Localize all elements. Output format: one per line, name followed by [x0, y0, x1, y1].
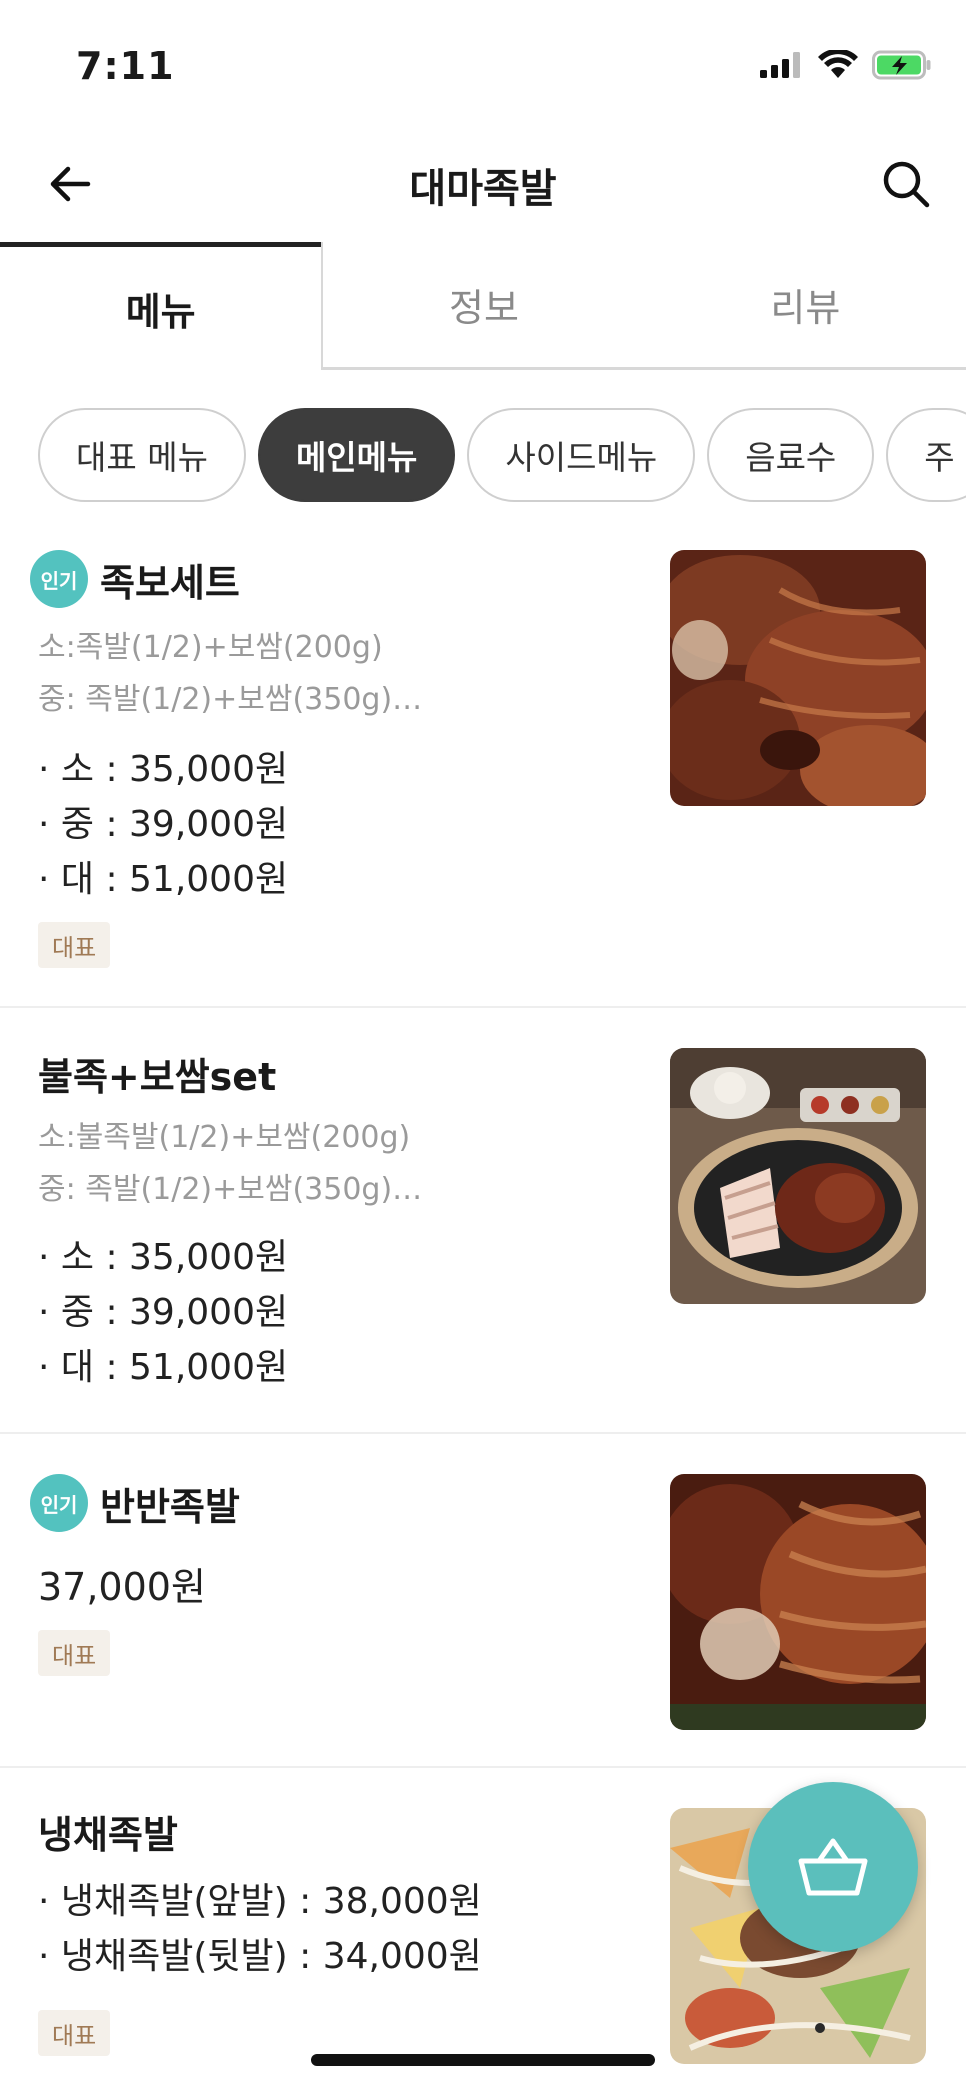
featured-tag: 대표 [38, 1630, 111, 1676]
battery-charging-icon [872, 50, 931, 80]
jokbal-bossam-photo [670, 1048, 926, 1304]
wifi-icon [818, 50, 858, 78]
price-line: · 대 : 51,000원 [38, 1347, 289, 1388]
menu-item[interactable]: 불족+보쌈set 소:불족발(1/2)+보쌈(200g) 중: 족발(1/2)+… [0, 1008, 966, 1434]
search-icon [883, 161, 930, 208]
home-indicator[interactable] [311, 2054, 655, 2066]
chip-featured-menu[interactable]: 대표 메뉴 [38, 408, 246, 502]
jokbal-photo [670, 550, 926, 806]
item-name: 족보세트 [100, 560, 240, 605]
item-name-row: 불족+보쌈set [38, 1046, 276, 1101]
item-name: 반반족발 [100, 1484, 240, 1529]
cart-button[interactable] [748, 1782, 918, 1952]
jokbal-photo [670, 1474, 926, 1730]
description-line: 소:불족발(1/2)+보쌈(200g) [38, 1120, 411, 1155]
item-name: 냉채족발 [38, 1813, 178, 1857]
price-line: · 냉채족발(앞발) : 38,000원 [38, 1881, 482, 1922]
popular-badge: 인기 [30, 550, 88, 608]
featured-tag: 대표 [38, 922, 111, 968]
chip-main-menu[interactable]: 메인메뉴 [257, 408, 456, 502]
item-thumbnail[interactable] [670, 550, 926, 806]
chip-side-menu[interactable]: 사이드메뉴 [467, 408, 696, 502]
item-description: 소:불족발(1/2)+보쌈(200g) 중: 족발(1/2)+보쌈(350g)… [38, 1112, 422, 1216]
item-prices: · 냉채족발(앞발) : 38,000원 · 냉채족발(뒷발) : 34,000… [38, 1874, 482, 1984]
item-prices: · 소 : 35,000원 · 중 : 39,000원 · 대 : 51,000… [38, 1230, 288, 1395]
price-line: · 냉채족발(뒷발) : 34,000원 [38, 1936, 482, 1977]
tab-bar: 메뉴 정보 리뷰 [0, 242, 966, 370]
item-name: 불족+보쌈set [38, 1055, 277, 1099]
item-name-row: 냉채족발 [38, 1804, 178, 1859]
item-prices: · 소 : 35,000원 · 중 : 39,000원 · 대 : 51,000… [38, 742, 288, 907]
menu-item[interactable]: 인기 족보세트 소:족발(1/2)+보쌈(200g) 중: 족발(1/2)+보쌈… [0, 530, 966, 1008]
category-chips: 대표 메뉴 메인메뉴 사이드메뉴 음료수 주 [38, 408, 966, 502]
item-thumbnail[interactable] [670, 1474, 926, 1730]
description-line: 중: 족발(1/2)+보쌈(350g)… [38, 1172, 423, 1207]
menu-item[interactable]: 인기 반반족발 37,000원 대표 [0, 1434, 966, 1768]
shopping-basket-icon [798, 1838, 868, 1896]
item-name-row: 인기 족보세트 [30, 550, 240, 608]
description-line: 소:족발(1/2)+보쌈(200g) [38, 630, 383, 665]
price-line: · 중 : 39,000원 [38, 804, 289, 845]
cellular-signal-icon [760, 52, 800, 78]
status-bar: 7:11 [0, 0, 966, 130]
chip-drinks[interactable]: 음료수 [707, 408, 875, 502]
tab-info[interactable]: 정보 [321, 242, 645, 370]
app-header: 대마족발 [0, 130, 966, 240]
chip-alcohol[interactable]: 주 [886, 408, 966, 502]
price-line: · 소 : 35,000원 [38, 749, 289, 790]
item-thumbnail[interactable] [670, 1048, 926, 1304]
tab-menu[interactable]: 메뉴 [0, 242, 322, 370]
price-line: · 중 : 39,000원 [38, 1292, 289, 1333]
tab-reviews[interactable]: 리뷰 [644, 242, 966, 370]
status-time: 7:11 [76, 44, 175, 88]
status-icons [760, 50, 932, 80]
item-description: 소:족발(1/2)+보쌈(200g) 중: 족발(1/2)+보쌈(350g)… [38, 622, 422, 726]
price-line: · 소 : 35,000원 [38, 1237, 289, 1278]
item-name-row: 인기 반반족발 [30, 1474, 240, 1532]
description-line: 중: 족발(1/2)+보쌈(350g)… [38, 682, 423, 717]
page-title: 대마족발 [409, 166, 557, 212]
price-line: · 대 : 51,000원 [38, 859, 289, 900]
item-price: 37,000원 [38, 1565, 206, 1609]
featured-tag: 대표 [38, 2010, 111, 2056]
search-button[interactable] [874, 152, 938, 216]
popular-badge: 인기 [30, 1474, 88, 1532]
